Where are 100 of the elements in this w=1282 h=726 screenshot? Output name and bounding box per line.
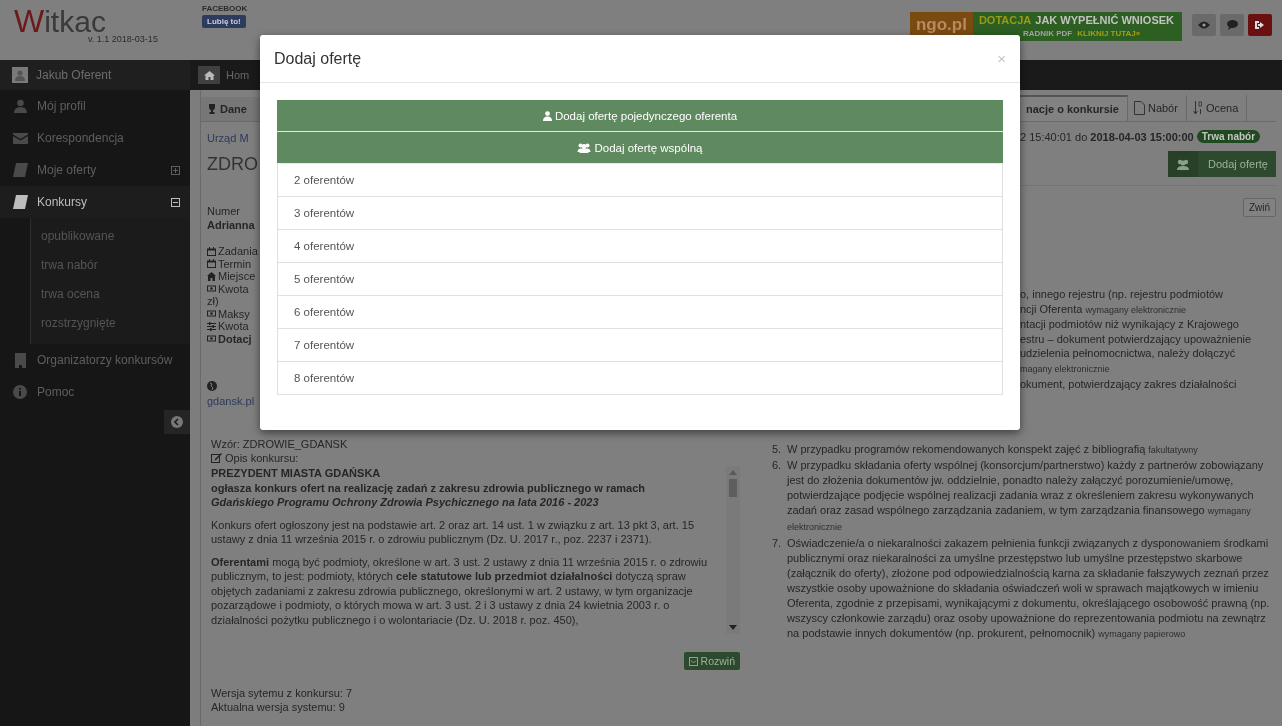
partner-count-item[interactable]: 7 oferentów — [277, 329, 1003, 362]
tab[interactable]: Nabór — [1127, 95, 1187, 121]
description-heading: PREZYDENT MIASTA GDAŃSKA — [211, 466, 381, 481]
breadcrumb-link[interactable]: Hom — [226, 69, 250, 81]
field-label: Miejsce — [207, 270, 256, 283]
sort-icon — [1192, 101, 1203, 115]
chevron-down-icon — [688, 656, 698, 666]
list-number: 5. — [772, 442, 783, 457]
requirement-text: W przypadku programów rekomendowanych konspekt zajęć z bibliografią fakultatywny — [787, 442, 1199, 457]
partner-count-item[interactable]: 5 oferentów — [277, 263, 1003, 296]
description-paragraph: Konkurs ofert ogłoszony jest na podstawie art. 2 oraz art. 14 ust. 1 w związku z art. 13 pkt 3, art. 15 ustawy z dnia 11 września 2015 r. o zdrowiu publicznym (Dz. U. 2017 r., poz. 2237 i 2371). — [211, 517, 696, 547]
sliders-icon — [207, 321, 216, 331]
submenu-item[interactable]: opublikowane — [41, 222, 115, 251]
home-button[interactable] — [198, 66, 220, 84]
requirement-text: magany elektronicznie — [1020, 362, 1110, 376]
collapse-button[interactable]: Zwiń — [1242, 198, 1276, 217]
requirement-text: okument, potwierdzający zakres działalności — [1020, 376, 1237, 392]
status-badge: Trwa nabór — [1196, 130, 1261, 143]
expand-button[interactable]: Rozwiń — [683, 652, 740, 670]
logo: Witkac — [14, 6, 106, 37]
banknote-icon — [207, 309, 216, 319]
requirement-text: o, innego rejestru (np. rejestru podmiotów — [1020, 287, 1223, 302]
add-offer-option[interactable]: Dodaj ofertę wspólną — [277, 132, 1003, 164]
scrollbar[interactable] — [726, 466, 740, 634]
number-label: Numer — [207, 205, 240, 217]
like-button[interactable]: Lubię to! — [202, 15, 246, 28]
building-icon — [12, 352, 28, 368]
tab[interactable]: Dane — [201, 97, 260, 122]
edit-icon — [211, 453, 222, 463]
field-label: Maksy — [207, 307, 250, 320]
field-label: zł) — [207, 295, 219, 308]
contest-title: ZDRO — [207, 154, 258, 175]
banner-link: KLIKNIJ TUTAJ» — [1077, 29, 1141, 38]
sidebar-collapse-button[interactable] — [164, 410, 190, 434]
tab[interactable]: Ocena — [1186, 95, 1248, 121]
list-number: 6. — [772, 458, 783, 474]
facebook-label: FACEBOOK — [202, 4, 248, 13]
envelope-icon — [12, 132, 28, 144]
sidebar-item[interactable]: Konkursy — [0, 186, 190, 218]
eye-icon — [1198, 21, 1210, 29]
field-label: Dotacj — [207, 332, 252, 345]
template-label: Wzór: ZDROWIE_GDANSK — [211, 437, 348, 451]
version-label: v. 1.1 2018-03-15 — [88, 34, 158, 44]
user-name: Jakub Oferent — [36, 68, 112, 82]
home-icon — [203, 70, 215, 80]
field-label: Termin — [207, 257, 251, 270]
submenu-item[interactable]: trwa ocena — [41, 280, 100, 309]
banknote-icon — [207, 284, 216, 294]
add-offer-button[interactable]: Dodaj ofertę — [1168, 151, 1276, 177]
avatar-icon — [12, 67, 28, 83]
requirement-text: udzielenia pełnomocnictwa, należy dołączyć — [1020, 346, 1236, 361]
partner-count-item[interactable]: 3 oferentów — [277, 197, 1003, 230]
person-name: Adrianna — [207, 219, 255, 231]
partner-count-item[interactable]: 2 oferentów — [277, 164, 1003, 197]
trophy-icon — [207, 104, 217, 114]
banknote-icon — [207, 334, 216, 344]
partner-count-item[interactable]: 4 oferentów — [277, 230, 1003, 263]
field-label: Kwota — [207, 282, 249, 295]
partner-count-item[interactable]: 6 oferentów — [277, 296, 1003, 329]
description-heading: ogłasza konkurs ofert na realizację zadań z zakresu zdrowia publicznego w ramach — [211, 480, 646, 495]
description-label: Opis konkursu: — [225, 451, 299, 465]
requirement-text: estru – dokument potwierdzający upoważnienie — [1020, 331, 1252, 347]
website-link[interactable]: gdansk.pl — [207, 395, 255, 407]
field-label: Kwota — [207, 320, 249, 333]
user-icon — [12, 99, 28, 113]
scroll-down-icon[interactable] — [729, 625, 737, 630]
field-label: Zadania — [207, 245, 258, 258]
requirement-text: Oświadczenie/a o niekaralności zakazem pełnienia funkcji związanych z dysponowaniem środkami publicznymi oraz niekaralności za umyślne przestępstwo lub umyślne przestępstwo skarbowe (załącznik do oferty), złożone pod odpowiedzialnością karna za składanie fałszywych zeznań przez wszystkie osoby upoważnione do składania oświadczeń woli w sprawach majątkowych w imieniu Oferenta, zgodnie z przepisami, wynikającymi z dokumentu, określającego osobowość prawną (np. wszyscy członkowie zarządu) oraz osoby upoważnione do reprezentowania podmiotu na zewnątrz na podstawie innych dokumentów (np. prokurent, pełnomocnik) wymagany papierowo — [787, 535, 1271, 642]
logout-button[interactable] — [1248, 14, 1272, 36]
submenu-item[interactable]: trwa nabór — [41, 251, 98, 280]
requirement-text: W przypadku składania oferty wspólnej (konsorcjum/partnerstwo) każdy z partnerów zobowiązany jest do złożenia dokumentów jw. oddzielnie, ponadto należy załączyć porozumienie/umowę, potwierdzające podjęcie wspólnej realizacji zadania wraz z określeniem zakresu wykonywanych zadań oraz zasad wspólnego zarządzania zadaniem, w tym zarządzania finansowego wymagany elektronicznie — [787, 458, 1265, 535]
scroll-thumb[interactable] — [729, 479, 737, 497]
requirement-text: ncji Oferenta wymagany elektronicznie — [1020, 301, 1186, 317]
group-icon — [577, 142, 592, 153]
tab[interactable]: nacje o konkursie — [1020, 95, 1128, 121]
house-icon — [207, 271, 216, 281]
date-range: 2 15:40:01 do 2018-04-03 15:00:00 — [1020, 130, 1194, 143]
partner-count-item[interactable]: 8 oferentów — [277, 362, 1003, 395]
scroll-up-icon[interactable] — [729, 470, 737, 475]
version-text: Wersja sytemu z konkursu: 7 — [211, 686, 352, 700]
version-text: Aktualna wersja systemu: 9 — [211, 700, 345, 714]
banner-headline: DOTACJA — [978, 14, 1032, 26]
add-offer-option[interactable]: Dodaj ofertę pojedynczego oferenta — [277, 100, 1003, 132]
brand-label: ngo.pl — [909, 12, 973, 38]
preview-button[interactable] — [1192, 14, 1216, 36]
document-icon — [1133, 101, 1145, 115]
calendar-icon — [207, 246, 216, 256]
arrow-left-icon — [171, 416, 183, 428]
group-icon — [1176, 158, 1191, 170]
submenu-item[interactable]: rozstrzygnięte — [41, 309, 116, 338]
banner-headline: JAK WYPEŁNIĆ WNIOSEK — [1035, 14, 1174, 26]
info-icon — [12, 385, 28, 399]
requirement-text: ntacji podmiotów niż wynikający z Krajowego — [1020, 317, 1239, 332]
globe-icon — [207, 381, 217, 391]
logout-icon — [1254, 20, 1266, 30]
calendar-icon — [207, 259, 216, 269]
modal-title: Dodaj ofertę — [274, 49, 362, 68]
list-number: 7. — [772, 535, 783, 551]
banner-subline: RADNIK PDF — [1022, 29, 1073, 38]
organizer-link[interactable]: Urząd M — [207, 132, 249, 144]
